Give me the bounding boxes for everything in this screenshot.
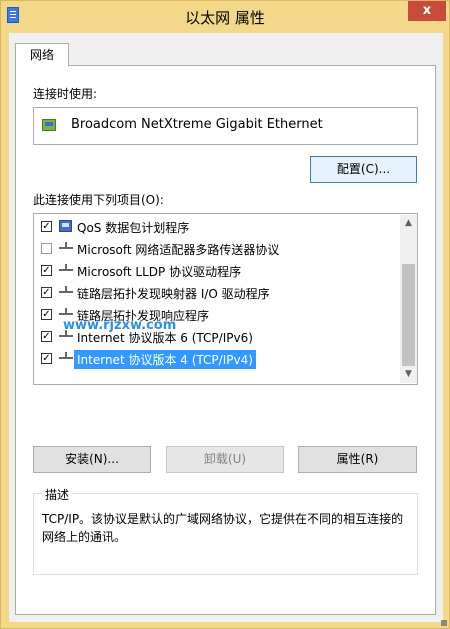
checkbox[interactable]: ✓ bbox=[41, 265, 52, 276]
connect-using-label: 连接时使用: bbox=[33, 87, 98, 101]
list-item[interactable]: Microsoft 网络适配器多路传送器协议 bbox=[34, 240, 394, 260]
window-title: 以太网 属性 bbox=[185, 9, 265, 27]
checkbox[interactable]: ✓ bbox=[41, 353, 52, 364]
adapter-name: Broadcom NetXtreme Gigabit Ethernet bbox=[71, 117, 323, 132]
protocol-icon bbox=[59, 242, 73, 249]
tab-network[interactable]: 网络 bbox=[15, 43, 69, 66]
description-legend: 描述 bbox=[42, 486, 73, 503]
protocol-icon bbox=[59, 264, 73, 271]
qos-icon bbox=[59, 220, 72, 232]
network-card-icon bbox=[42, 119, 56, 131]
item-label: Internet 协议版本 4 (TCP/IPv4) bbox=[74, 350, 256, 369]
item-label: Microsoft 网络适配器多路传送器协议 bbox=[77, 243, 280, 257]
protocol-icon bbox=[59, 352, 73, 359]
close-button[interactable]: x bbox=[408, 1, 446, 21]
scroll-down-icon[interactable]: ▼ bbox=[400, 366, 417, 383]
checkbox[interactable]: ✓ bbox=[41, 331, 52, 342]
items-label: 此连接使用下列项目(O): bbox=[33, 193, 164, 207]
properties-button[interactable]: 属性(R) bbox=[298, 446, 417, 473]
protocol-icon bbox=[59, 308, 73, 315]
title-bar[interactable]: 以太网 属性 x bbox=[1, 1, 449, 33]
list-item[interactable]: ✓ 链路层拓扑发现映射器 I/O 驱动程序 bbox=[34, 284, 394, 304]
checkbox[interactable]: ✓ bbox=[41, 309, 52, 320]
protocol-icon bbox=[59, 330, 73, 337]
scroll-up-icon[interactable]: ▲ bbox=[400, 215, 417, 232]
list-item-selected[interactable]: ✓ Internet 协议版本 4 (TCP/IPv4) bbox=[34, 350, 394, 370]
list-item[interactable]: ✓ Microsoft LLDP 协议驱动程序 bbox=[34, 262, 394, 282]
item-label: Microsoft LLDP 协议驱动程序 bbox=[77, 265, 242, 279]
protocol-icon bbox=[59, 286, 73, 293]
scroll-thumb[interactable] bbox=[402, 264, 415, 366]
components-list[interactable]: ✓ QoS 数据包计划程序 Microsoft 网络适配器多路传送器协议 ✓ M… bbox=[33, 213, 418, 385]
checkbox[interactable] bbox=[41, 243, 52, 254]
item-label: QoS 数据包计划程序 bbox=[77, 221, 190, 235]
uninstall-button[interactable]: 卸载(U) bbox=[166, 446, 284, 473]
adapter-box: Broadcom NetXtreme Gigabit Ethernet bbox=[33, 107, 418, 145]
install-button[interactable]: 安装(N)... bbox=[33, 446, 151, 473]
description-group: 描述 TCP/IP。该协议是默认的广域网络协议，它提供在不同的相互连接的网络上的… bbox=[33, 486, 418, 575]
tab-panel: 连接时使用: Broadcom NetXtreme Gigabit Ethern… bbox=[15, 65, 436, 615]
list-item[interactable]: ✓ QoS 数据包计划程序 bbox=[34, 218, 394, 238]
description-text: TCP/IP。该协议是默认的广域网络协议，它提供在不同的相互连接的网络上的通讯。 bbox=[42, 512, 404, 544]
configure-button[interactable]: 配置(C)... bbox=[310, 156, 417, 183]
checkbox[interactable]: ✓ bbox=[41, 287, 52, 298]
checkbox[interactable]: ✓ bbox=[41, 221, 52, 232]
resize-grip[interactable] bbox=[441, 620, 447, 626]
watermark: www.rjzxw.com bbox=[63, 318, 177, 333]
item-label: 链路层拓扑发现映射器 I/O 驱动程序 bbox=[77, 287, 270, 301]
properties-window: 以太网 属性 x 网络 连接时使用: Broadcom NetXtreme Gi… bbox=[0, 0, 450, 629]
vertical-scrollbar[interactable]: ▲ ▼ bbox=[400, 215, 417, 383]
